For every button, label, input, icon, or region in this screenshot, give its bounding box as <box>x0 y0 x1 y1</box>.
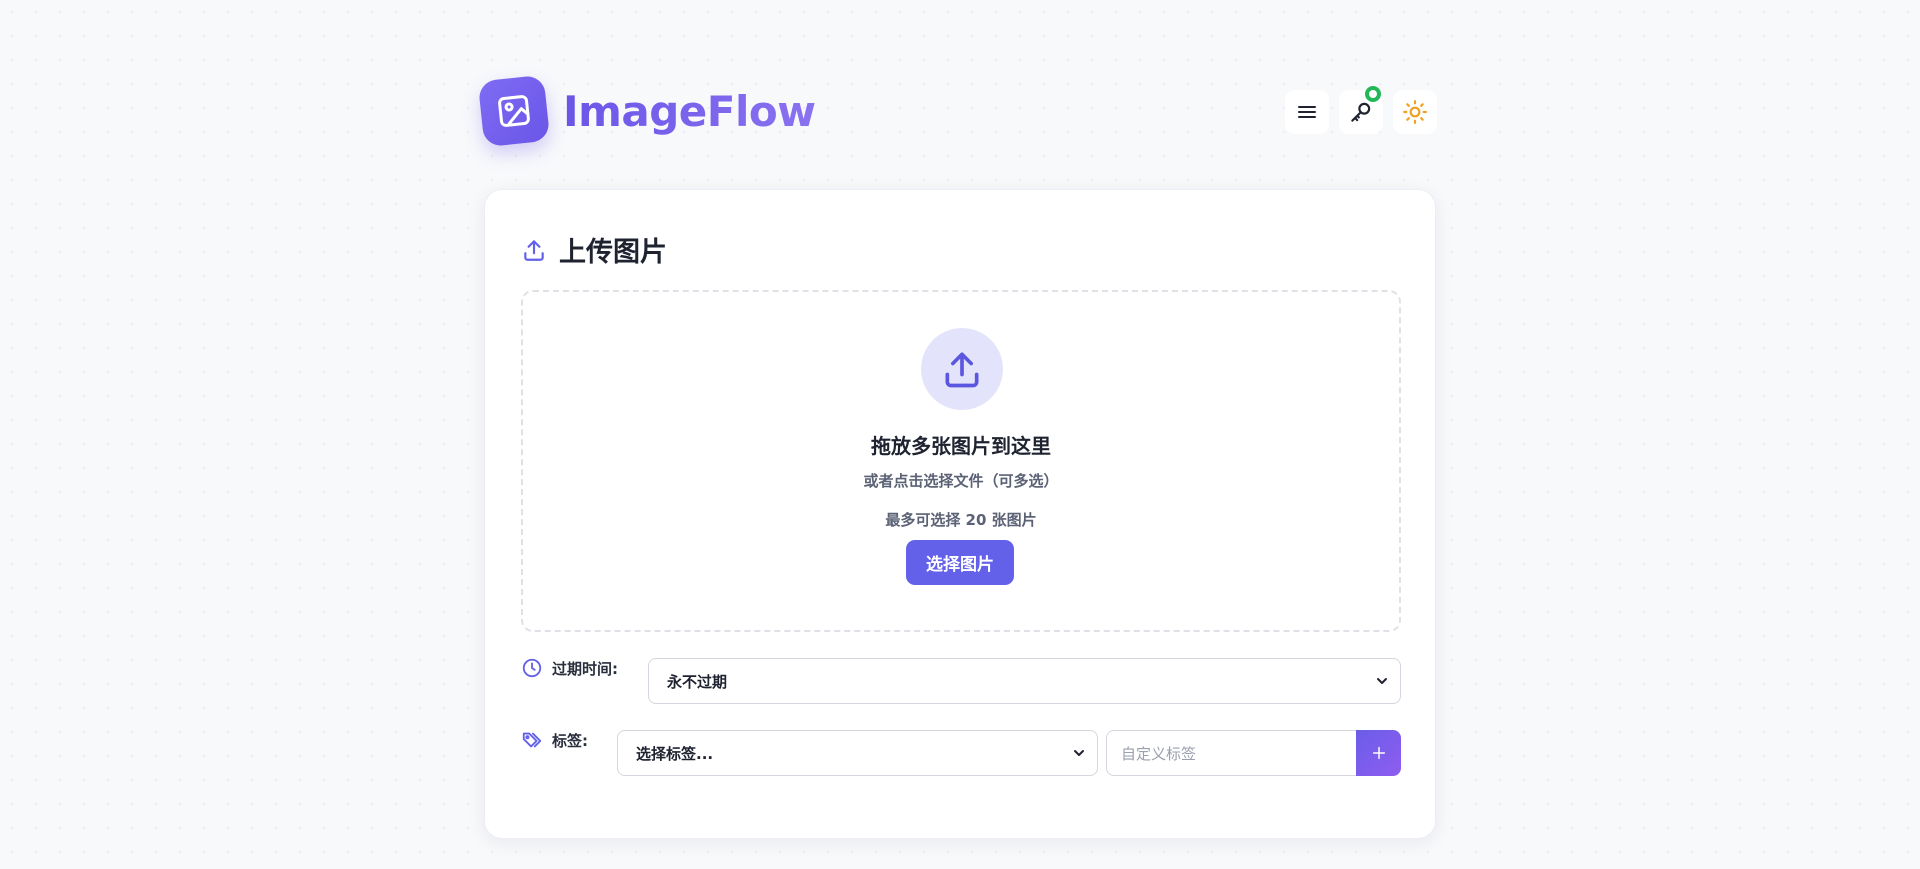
upload-card: 上传图片 拖放多张图片到这里 或者点击选择文件（可多选） 最多可选择 20 张图… <box>484 189 1436 839</box>
custom-tag-input[interactable]: 自定义标签 <box>1106 730 1356 776</box>
tags-label: 标签: <box>521 729 588 751</box>
select-images-button[interactable]: 选择图片 <box>906 540 1014 585</box>
tags-select-value: 选择标签... <box>636 744 714 763</box>
logo <box>477 74 551 148</box>
expiry-select-value: 永不过期 <box>667 672 728 691</box>
chevron-down-icon <box>1377 678 1387 684</box>
upload-icon <box>524 239 544 261</box>
brand[interactable]: ImageFlow <box>477 74 816 148</box>
dropzone-limit: 最多可选择 20 张图片 <box>885 511 1037 529</box>
add-tag-button[interactable] <box>1356 730 1401 776</box>
tags-select[interactable]: 选择标签... <box>617 730 1098 776</box>
menu-button[interactable] <box>1285 90 1329 134</box>
api-key-button[interactable] <box>1339 86 1383 134</box>
tags-label-text: 标签: <box>552 731 588 750</box>
theme-toggle-button[interactable] <box>1393 90 1437 134</box>
clock-icon <box>522 658 542 678</box>
dropzone[interactable]: 拖放多张图片到这里 或者点击选择文件（可多选） 最多可选择 20 张图片 选择图… <box>521 290 1401 632</box>
brand-title: ImageFlow <box>563 86 816 136</box>
chevron-down-icon <box>1074 750 1084 756</box>
key-icon <box>1351 102 1371 122</box>
plus-icon <box>1372 746 1385 760</box>
header-actions <box>1285 86 1437 134</box>
custom-tag-placeholder: 自定义标签 <box>1121 744 1197 763</box>
expiry-label: 过期时间: <box>521 657 618 679</box>
image-icon <box>498 95 530 127</box>
expiry-select[interactable]: 永不过期 <box>648 658 1401 704</box>
expiry-label-text: 过期时间: <box>552 659 618 678</box>
upload-circle <box>921 328 1003 410</box>
card-title: 上传图片 <box>559 237 667 268</box>
tag-icon <box>522 732 542 748</box>
menu-icon <box>1298 106 1316 118</box>
card-header: 上传图片 <box>521 230 667 269</box>
dropzone-subtitle: 或者点击选择文件（可多选） <box>863 472 1059 490</box>
sun-icon <box>1403 100 1427 124</box>
dropzone-title: 拖放多张图片到这里 <box>871 434 1051 458</box>
upload-icon <box>945 352 979 388</box>
page: ImageFlow 上传图片 拖放多张图片到这里 或者点击选择文件（可多选） 最… <box>0 0 1920 869</box>
status-dot <box>1365 86 1381 102</box>
